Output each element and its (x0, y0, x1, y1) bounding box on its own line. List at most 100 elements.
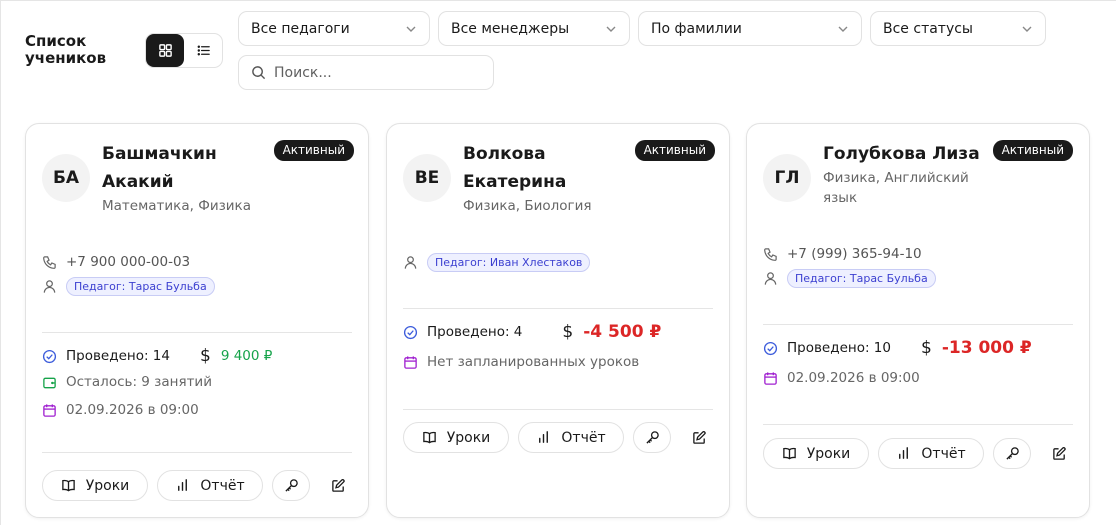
filter-status-label: Все статусы (883, 20, 973, 37)
wallet-icon (43, 377, 56, 388)
chevron-down-icon (406, 26, 416, 32)
student-name-line: Акакий (102, 172, 174, 192)
lessons-button[interactable]: Уроки (42, 470, 148, 501)
student-subjects-line: Физика, Английский (823, 170, 969, 186)
key-icon (284, 479, 298, 492)
check-circle-icon (42, 349, 57, 363)
chevron-down-icon (838, 26, 848, 32)
student-subjects-line: язык (823, 190, 858, 206)
student-name-line: Волкова (463, 144, 546, 164)
divider (403, 308, 713, 309)
teacher-chip: Педагог: Тарас Бульба (787, 269, 936, 288)
search-icon (252, 66, 266, 80)
edit-icon (331, 479, 345, 492)
status-badge: Активный (992, 140, 1073, 161)
dollar-icon: $ (562, 322, 574, 342)
phone-icon (43, 255, 56, 269)
student-name-line: Башмачкин (102, 144, 217, 164)
status-badge: Активный (273, 140, 354, 161)
card-actions: Уроки Отчёт (42, 470, 357, 501)
dollar-icon: $ (200, 346, 211, 366)
stats-row: Проведено: 10 $ -13 000 ₽ (763, 338, 1032, 358)
chevron-down-icon (1022, 26, 1032, 32)
teacher-chip: Педагог: Иван Хлестаков (427, 253, 591, 272)
student-subjects: Физика, Английский язык (823, 168, 969, 208)
teacher-row: Педагог: Тарас Бульба (42, 277, 215, 296)
conducted-count: Проведено: 10 (787, 340, 891, 356)
grid-view-button[interactable] (146, 34, 184, 67)
check-circle-icon (763, 341, 778, 355)
dollar-icon: $ (921, 338, 932, 358)
divider (763, 324, 1073, 325)
phone-icon (764, 247, 777, 261)
student-subjects: Математика, Физика (102, 198, 251, 214)
phone-number: +7 (999) 365-94-10 (787, 246, 922, 262)
calendar-icon (404, 355, 417, 369)
calendar-icon (43, 403, 56, 417)
bar-chart-icon (178, 479, 188, 491)
edit-icon (1052, 447, 1066, 460)
book-icon (782, 447, 796, 460)
check-circle-icon (403, 325, 418, 339)
lessons-button-label: Уроки (806, 445, 851, 462)
view-toggle (145, 33, 223, 68)
bar-chart-icon (539, 431, 549, 443)
phone-row: +7 (999) 365-94-10 (763, 246, 922, 262)
user-icon (764, 272, 777, 285)
card-actions: Уроки Отчёт (403, 422, 718, 453)
user-icon (404, 256, 417, 269)
book-icon (422, 431, 436, 444)
access-key-button[interactable] (272, 470, 310, 501)
student-name: Башмачкин Акакий (102, 140, 217, 196)
divider (42, 332, 352, 333)
edit-button[interactable] (319, 470, 357, 501)
lessons-button[interactable]: Уроки (763, 438, 869, 469)
balance: $ 9 400 ₽ (200, 346, 272, 366)
student-card[interactable]: ГЛ Голубкова Лиза Физика, Английский язы… (746, 123, 1090, 518)
conducted-count: Проведено: 14 (66, 348, 170, 364)
divider (403, 409, 713, 410)
sort-select[interactable]: По фамилии (638, 11, 862, 46)
lessons-button[interactable]: Уроки (403, 422, 509, 453)
report-button[interactable]: Отчёт (518, 422, 624, 453)
lessons-button-label: Уроки (446, 429, 491, 446)
search-box (238, 55, 494, 90)
filter-teachers-label: Все педагоги (251, 20, 350, 37)
divider (42, 452, 352, 453)
report-button[interactable]: Отчёт (157, 470, 263, 501)
filter-teachers-select[interactable]: Все педагоги (238, 11, 430, 46)
balance: $ -4 500 ₽ (562, 322, 661, 342)
filter-status-select[interactable]: Все статусы (870, 11, 1046, 46)
lessons-button-label: Уроки (85, 477, 130, 494)
filter-managers-select[interactable]: Все менеджеры (438, 11, 630, 46)
key-icon (1005, 447, 1019, 460)
user-icon (43, 280, 56, 293)
edit-button[interactable] (680, 422, 718, 453)
student-card[interactable]: ВЕ Волкова Екатерина Физика, Биология Ак… (386, 123, 730, 518)
next-lesson: 02.09.2026 в 09:00 (787, 370, 920, 386)
student-name: Волкова Екатерина (463, 140, 566, 196)
grid-icon (158, 44, 172, 57)
report-button-label: Отчёт (921, 445, 966, 462)
bar-chart-icon (899, 447, 909, 459)
edit-button[interactable] (1040, 438, 1078, 469)
report-button[interactable]: Отчёт (878, 438, 984, 469)
access-key-button[interactable] (633, 422, 671, 453)
search-input[interactable] (274, 64, 474, 81)
teacher-row: Педагог: Тарас Бульба (763, 269, 936, 288)
student-name-line: Екатерина (463, 172, 567, 192)
book-icon (61, 479, 75, 492)
phone-number: +7 900 000-00-03 (66, 254, 191, 270)
student-card[interactable]: БА Башмачкин Акакий Математика, Физика А… (25, 123, 369, 518)
report-button-label: Отчёт (200, 477, 245, 494)
access-key-button[interactable] (993, 438, 1031, 469)
conducted-count: Проведено: 4 (427, 324, 523, 340)
edit-icon (692, 431, 706, 444)
avatar: БА (42, 154, 90, 202)
next-lesson-row: Нет запланированных уроков (403, 354, 639, 370)
status-badge: Активный (634, 140, 715, 161)
remaining-row: Осталось: 9 занятий (42, 374, 212, 390)
student-name-line: Голубкова Лиза (823, 144, 980, 164)
report-button-label: Отчёт (561, 429, 606, 446)
list-view-button[interactable] (184, 34, 222, 67)
